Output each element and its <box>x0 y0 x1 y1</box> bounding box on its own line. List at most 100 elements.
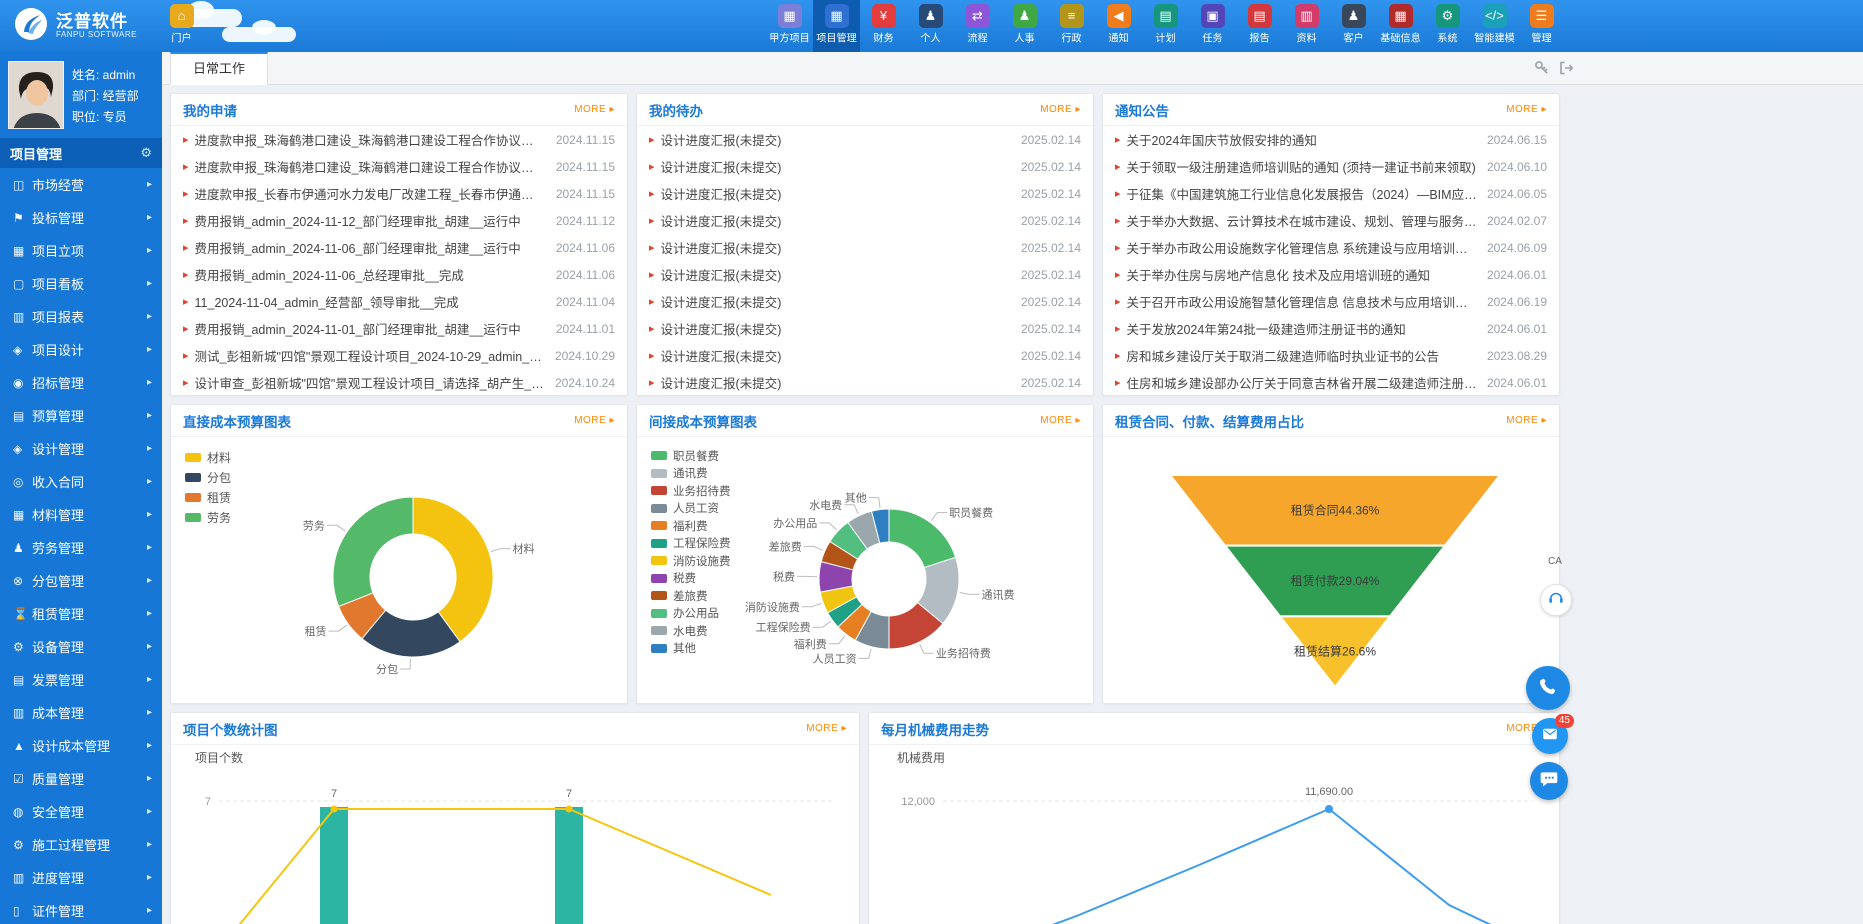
list-item[interactable]: ▸关于发放2024年第24批一级建造师注册证书的通知2024.06.01 <box>1103 315 1559 342</box>
message-button[interactable]: 45 <box>1532 718 1568 754</box>
list-item[interactable]: ▸设计进度汇报(未提交)2025.02.14 <box>637 369 1093 396</box>
sidebar-item-6[interactable]: ◉招标管理▸ <box>0 366 162 399</box>
nav-item-13[interactable]: ▦基础信息 <box>1377 0 1424 52</box>
sidebar-item-8[interactable]: ◈设计管理▸ <box>0 432 162 465</box>
more-link[interactable]: MORE ▸ <box>1040 415 1081 426</box>
customer-service-button[interactable] <box>1540 584 1572 616</box>
list-item[interactable]: ▸设计进度汇报(未提交)2025.02.14 <box>637 234 1093 261</box>
list-item[interactable]: ▸测试_彭祖新城"四馆"景观工程设计项目_2024-10-29_admin_结束… <box>171 342 627 369</box>
list-item[interactable]: ▸设计进度汇报(未提交)2025.02.14 <box>637 126 1093 153</box>
list-item[interactable]: ▸进度款申报_珠海鹤港口建设_珠海鹤港口建设工程合作协议书_admin_...2… <box>171 126 627 153</box>
nav-item-12[interactable]: ♟客户 <box>1330 0 1377 52</box>
nav-item-7[interactable]: ◀通知 <box>1095 0 1142 52</box>
sidebar-item-17[interactable]: ▲设计成本管理▸ <box>0 729 162 762</box>
nav-item-9[interactable]: ▣任务 <box>1189 0 1236 52</box>
gear-icon[interactable]: ⚙ <box>140 145 152 161</box>
legend-item[interactable]: 消防设施费 <box>651 552 731 570</box>
list-item[interactable]: ▸关于举办大数据、云计算技术在城市建设、规划、管理与服务中的应用培训班...20… <box>1103 207 1559 234</box>
legend-item[interactable]: 税费 <box>651 570 731 588</box>
nav-item-11[interactable]: ▥资料 <box>1283 0 1330 52</box>
nav-item-3[interactable]: ♟个人 <box>907 0 954 52</box>
nav-item-14[interactable]: ⚙系统 <box>1424 0 1471 52</box>
nav-item-10[interactable]: ▤报告 <box>1236 0 1283 52</box>
exit-icon[interactable] <box>1558 60 1574 76</box>
sidebar-item-9[interactable]: ◎收入合同▸ <box>0 465 162 498</box>
list-item[interactable]: ▸关于举办市政公用设施数字化管理信息 系统建设与应用培训班的通知2024.06.… <box>1103 234 1559 261</box>
list-item[interactable]: ▸设计进度汇报(未提交)2025.02.14 <box>637 207 1093 234</box>
sidebar-item-13[interactable]: ⌛租赁管理▸ <box>0 597 162 630</box>
sidebar-item-3[interactable]: ▢项目看板▸ <box>0 267 162 300</box>
phone-button[interactable] <box>1526 666 1570 710</box>
list-item[interactable]: ▸关于2024年国庆节放假安排的通知2024.06.15 <box>1103 126 1559 153</box>
more-link[interactable]: MORE ▸ <box>1040 104 1081 115</box>
more-link[interactable]: MORE ▸ <box>1506 415 1547 426</box>
list-item[interactable]: ▸费用报销_admin_2024-11-06_总经理审批__完成2024.11.… <box>171 261 627 288</box>
sidebar-item-15[interactable]: ▤发票管理▸ <box>0 663 162 696</box>
more-link[interactable]: MORE ▸ <box>574 415 615 426</box>
nav-item-16[interactable]: ☰管理 <box>1518 0 1565 52</box>
list-item[interactable]: ▸房和城乡建设厅关于取消二级建造师临时执业证书的公告2023.08.29 <box>1103 342 1559 369</box>
more-link[interactable]: MORE ▸ <box>574 104 615 115</box>
list-item[interactable]: ▸设计进度汇报(未提交)2025.02.14 <box>637 180 1093 207</box>
nav-item-2[interactable]: ¥财务 <box>860 0 907 52</box>
tab-daily-work[interactable]: 日常工作 <box>170 52 268 85</box>
legend-item[interactable]: 劳务 <box>185 507 231 527</box>
legend-item[interactable]: 水电费 <box>651 622 731 640</box>
legend-item[interactable]: 其他 <box>651 640 731 658</box>
more-link[interactable]: MORE ▸ <box>806 723 847 734</box>
sidebar-item-7[interactable]: ▤预算管理▸ <box>0 399 162 432</box>
legend-item[interactable]: 职员餐费 <box>651 447 731 465</box>
nav-item-8[interactable]: ▤计划 <box>1142 0 1189 52</box>
nav-item-home[interactable]: ⌂门户 <box>158 0 205 52</box>
list-item[interactable]: ▸费用报销_admin_2024-11-12_部门经理审批_胡建__运行中202… <box>171 207 627 234</box>
sidebar-item-2[interactable]: ▦项目立项▸ <box>0 234 162 267</box>
list-item[interactable]: ▸费用报销_admin_2024-11-06_部门经理审批_胡建__运行中202… <box>171 234 627 261</box>
list-item[interactable]: ▸进度款申报_长春市伊通河水力发电厂改建工程_长春市伊通河水力发电...2024… <box>171 180 627 207</box>
sidebar-item-21[interactable]: ▥进度管理▸ <box>0 861 162 894</box>
legend-item[interactable]: 分包 <box>185 467 231 487</box>
sidebar-item-19[interactable]: ◍安全管理▸ <box>0 795 162 828</box>
sidebar-item-4[interactable]: ▥项目报表▸ <box>0 300 162 333</box>
sidebar-item-0[interactable]: ◫市场经营▸ <box>0 168 162 201</box>
legend-item[interactable]: 通讯费 <box>651 465 731 483</box>
legend-item[interactable]: 福利费 <box>651 517 731 535</box>
legend-item[interactable]: 租赁 <box>185 487 231 507</box>
more-link[interactable]: MORE ▸ <box>1506 104 1547 115</box>
sidebar-item-12[interactable]: ⊗分包管理▸ <box>0 564 162 597</box>
sidebar-item-5[interactable]: ◈项目设计▸ <box>0 333 162 366</box>
nav-item-1[interactable]: ▦项目管理 <box>813 0 860 52</box>
list-item[interactable]: ▸设计进度汇报(未提交)2025.02.14 <box>637 315 1093 342</box>
nav-item-6[interactable]: ≡行政 <box>1048 0 1095 52</box>
list-item[interactable]: ▸关于召开市政公用设施智慧化管理信息 信息技术与应用培训班的通知2024.06.… <box>1103 288 1559 315</box>
list-item[interactable]: ▸住房和城乡建设部办公厅关于同意吉林省开展二级建造师注册证书电子化试点...20… <box>1103 369 1559 396</box>
list-item[interactable]: ▸设计进度汇报(未提交)2025.02.14 <box>637 153 1093 180</box>
nav-item-0[interactable]: ▦甲方项目 <box>766 0 813 52</box>
nav-item-15[interactable]: </>智能建模 <box>1471 0 1518 52</box>
chat-button[interactable] <box>1530 762 1568 800</box>
list-item[interactable]: ▸费用报销_admin_2024-11-01_部门经理审批_胡建__运行中202… <box>171 315 627 342</box>
list-item[interactable]: ▸11_2024-11-04_admin_经营部_领导审批__完成2024.11… <box>171 288 627 315</box>
list-item[interactable]: ▸关于举办住房与房地产信息化 技术及应用培训班的通知2024.06.01 <box>1103 261 1559 288</box>
legend-item[interactable]: 业务招待费 <box>651 482 731 500</box>
sidebar-item-20[interactable]: ⚙施工过程管理▸ <box>0 828 162 861</box>
list-item[interactable]: ▸设计进度汇报(未提交)2025.02.14 <box>637 342 1093 369</box>
nav-item-4[interactable]: ⇄流程 <box>954 0 1001 52</box>
list-item[interactable]: ▸设计进度汇报(未提交)2025.02.14 <box>637 288 1093 315</box>
sidebar-item-16[interactable]: ▥成本管理▸ <box>0 696 162 729</box>
list-item[interactable]: ▸设计审查_彭祖新城"四馆"景观工程设计项目_请选择_胡产生_2024-10-2… <box>171 369 627 396</box>
list-item[interactable]: ▸设计进度汇报(未提交)2025.02.14 <box>637 261 1093 288</box>
list-item[interactable]: ▸于征集《中国建筑施工行业信息化发展报告（2024）—BIM应用与发展》材料..… <box>1103 180 1559 207</box>
legend-item[interactable]: 办公用品 <box>651 605 731 623</box>
sidebar-item-1[interactable]: ⚑投标管理▸ <box>0 201 162 234</box>
list-item[interactable]: ▸关于领取一级注册建造师培训贴的通知 (须持一建证书前来领取)2024.06.1… <box>1103 153 1559 180</box>
legend-item[interactable]: 材料 <box>185 447 231 467</box>
legend-item[interactable]: 工程保险费 <box>651 535 731 553</box>
legend-item[interactable]: 差旅费 <box>651 587 731 605</box>
sidebar-item-11[interactable]: ♟劳务管理▸ <box>0 531 162 564</box>
sidebar-item-22[interactable]: ▯证件管理▸ <box>0 894 162 924</box>
sidebar-item-18[interactable]: ☑质量管理▸ <box>0 762 162 795</box>
legend-item[interactable]: 人员工资 <box>651 500 731 518</box>
sidebar-item-14[interactable]: ⚙设备管理▸ <box>0 630 162 663</box>
list-item[interactable]: ▸进度款申报_珠海鹤港口建设_珠海鹤港口建设工程合作协议书_admin_...2… <box>171 153 627 180</box>
sidebar-item-10[interactable]: ▦材料管理▸ <box>0 498 162 531</box>
